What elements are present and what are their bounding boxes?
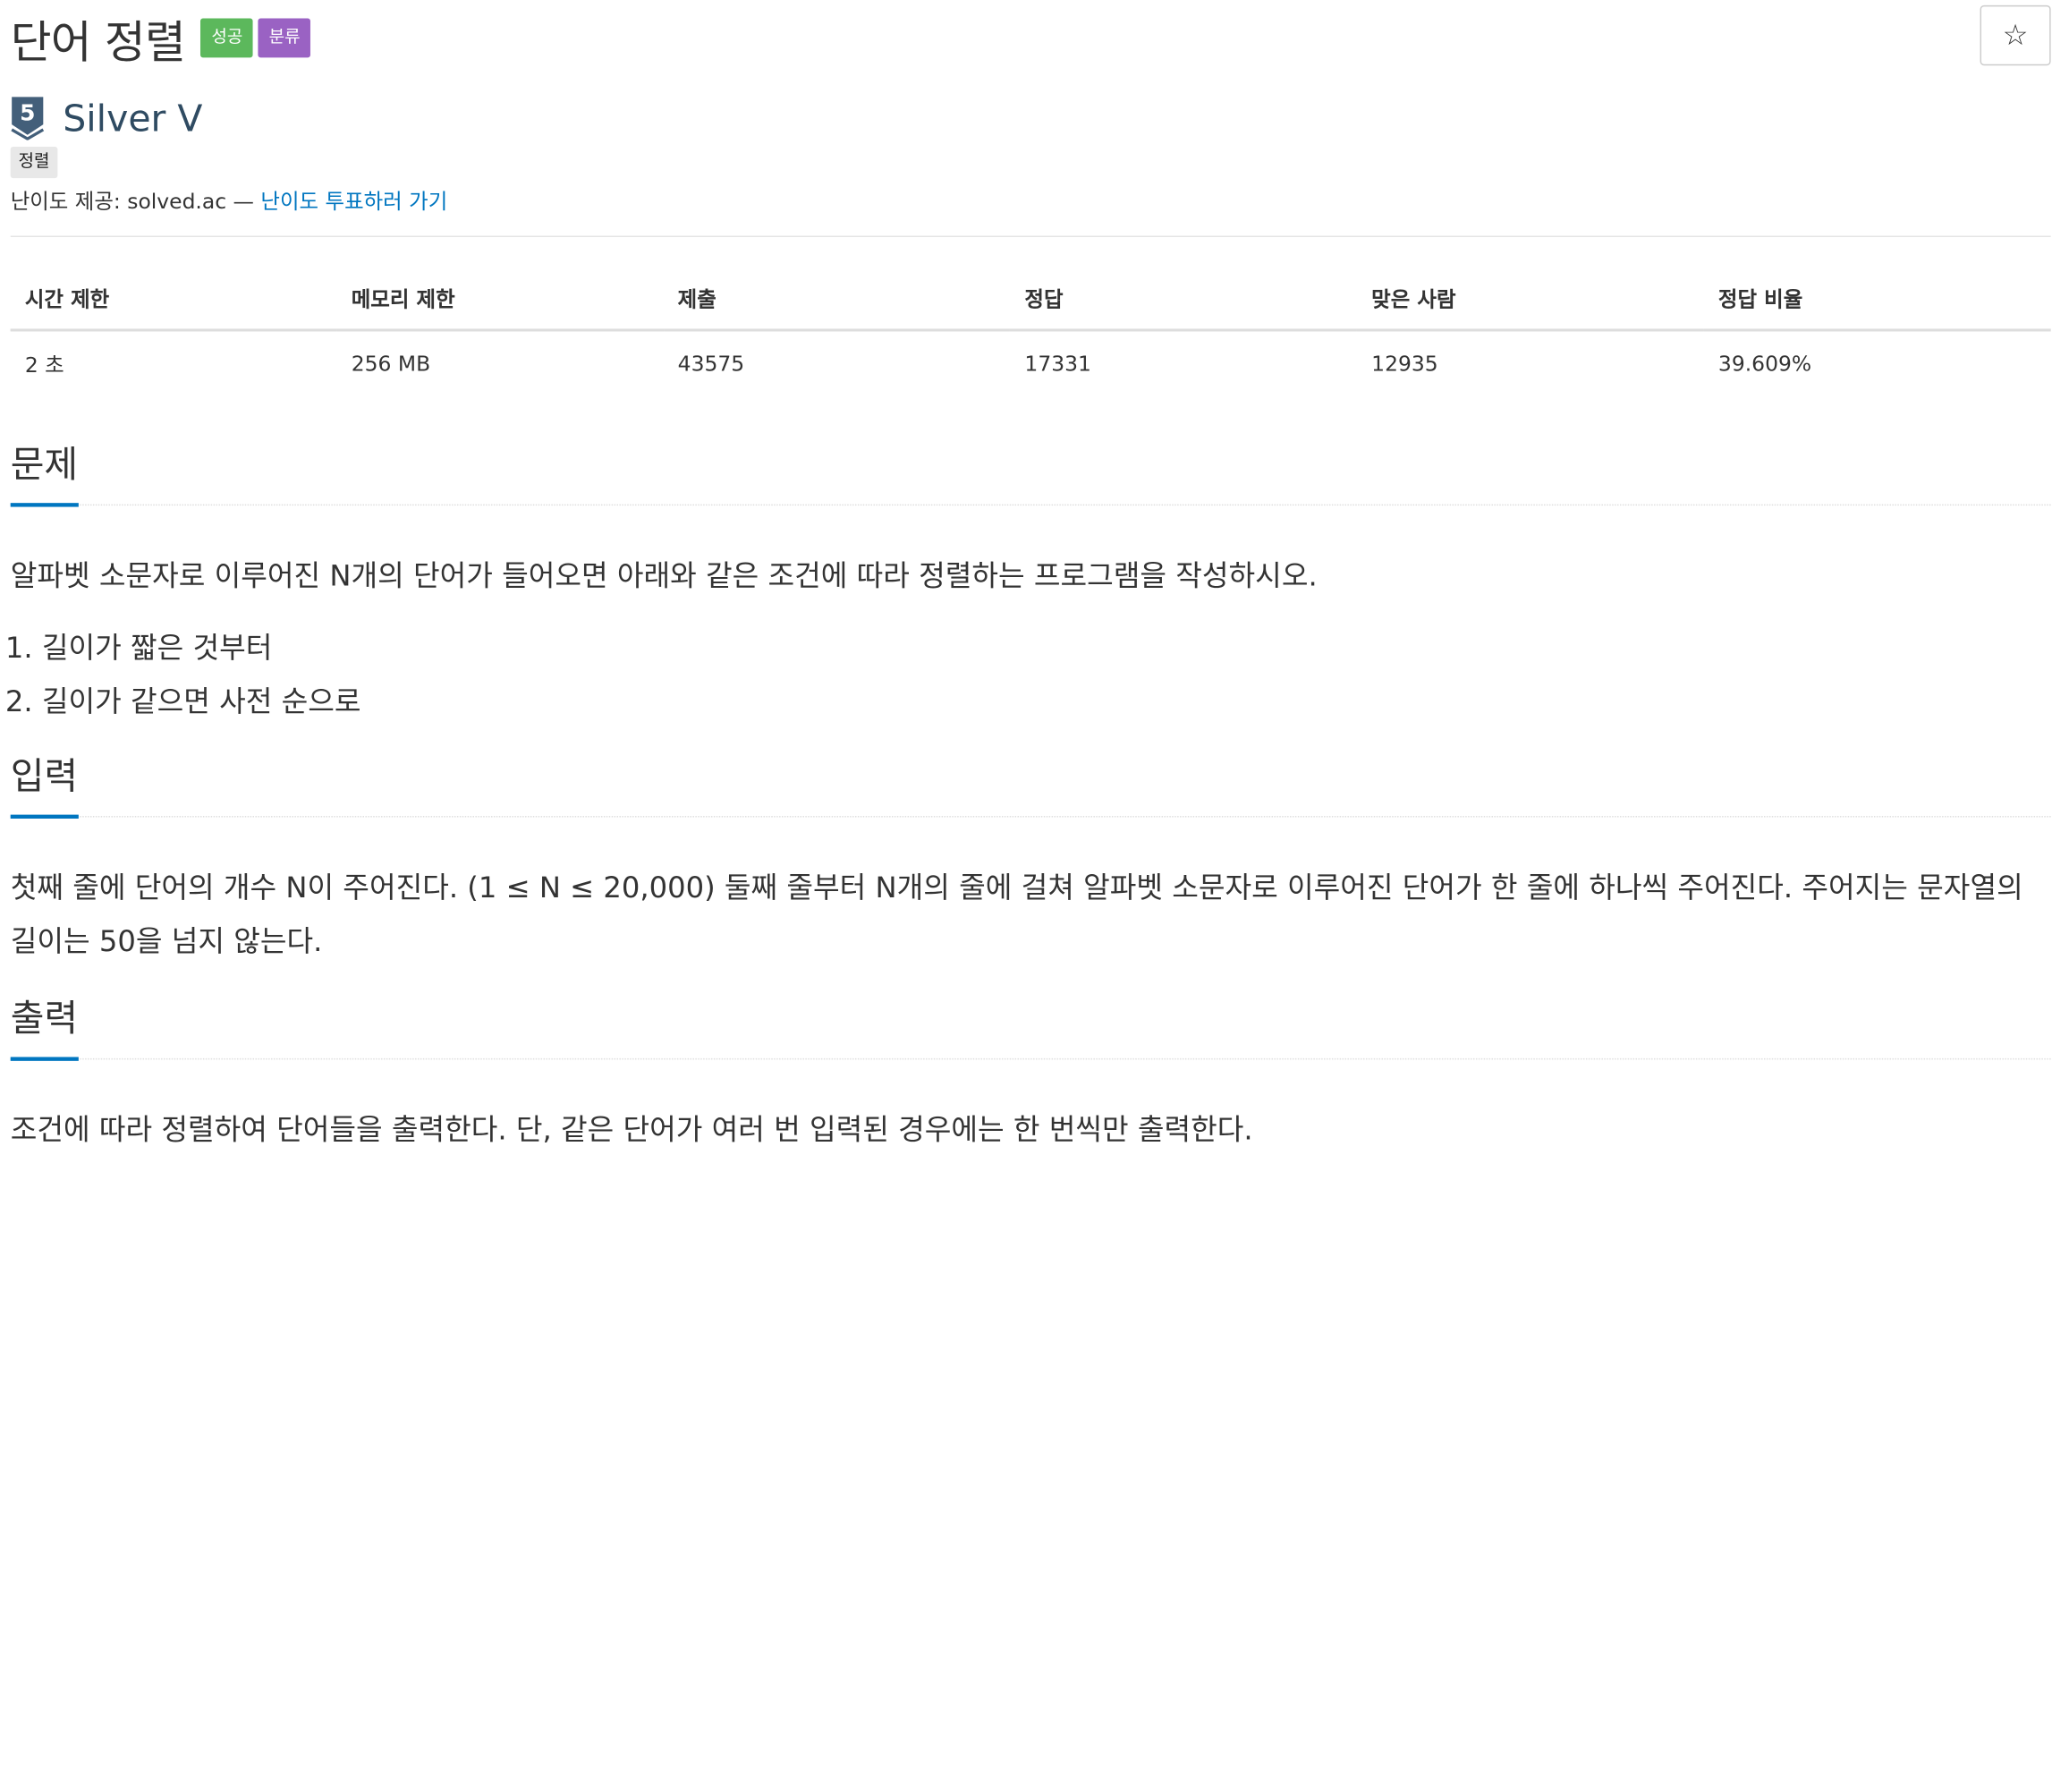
tier-badge-icon[interactable]: 5 xyxy=(11,96,45,140)
header-solved-users: 맞은 사람 xyxy=(1357,266,1704,332)
output-text: 조건에 따라 정렬하여 단어들을 출력한다. 단, 같은 단어가 여러 번 입력… xyxy=(10,1114,1253,1148)
table-row: 2 초 256 MB 43575 17331 12935 39.609% xyxy=(11,330,2051,392)
table-header-row: 시간 제한 메모리 제한 제출 정답 맞은 사람 정답 비율 xyxy=(10,266,2051,332)
input-text: 첫째 줄에 단어의 개수 N이 주어진다. (1 ≤ N ≤ 20,000) 둘… xyxy=(10,872,2023,959)
output-body: 조건에 따라 정렬하여 단어들을 출력한다. 단, 같은 단어가 여러 번 입력… xyxy=(11,1104,2051,1158)
header-accept-ratio: 정답 비율 xyxy=(1703,266,2051,332)
section-header: 문제 xyxy=(10,437,2051,507)
header-memory-limit: 메모리 제한 xyxy=(336,266,664,332)
header-time-limit: 시간 제한 xyxy=(10,266,337,332)
section-header: 입력 xyxy=(10,748,2051,819)
section-header: 출력 xyxy=(10,990,2051,1061)
algorithm-tag[interactable]: 정렬 xyxy=(10,146,58,179)
tier-number: 5 xyxy=(20,100,35,126)
input-body: 첫째 줄에 단어의 개수 N이 주어진다. (1 ≤ N ≤ 20,000) 둘… xyxy=(11,862,2051,969)
solved-users-value: 12935 xyxy=(1371,350,1438,376)
problem-info-table: 시간 제한 메모리 제한 제출 정답 맞은 사람 정답 비율 2 초 256 M… xyxy=(10,266,2051,392)
input-title: 입력 xyxy=(10,748,79,819)
description-body: 알파벳 소문자로 이루어진 N개의 단어가 들어오면 아래와 같은 조건에 따라… xyxy=(11,550,2051,730)
title-row: 단어 정렬 성공 분류 xyxy=(11,5,2051,71)
list-item: 길이가 같으면 사전 순으로 xyxy=(42,675,2051,729)
header-accepted: 정답 xyxy=(1010,266,1358,332)
tier-name[interactable]: Silver V xyxy=(63,97,202,140)
condition-list: 길이가 짧은 것부터 길이가 같으면 사전 순으로 xyxy=(11,622,2051,729)
description-section: 문제 알파벳 소문자로 이루어진 N개의 단어가 들어오면 아래와 같은 조건에… xyxy=(10,437,2051,730)
time-limit-value: 2 초 xyxy=(24,352,64,378)
input-section: 입력 첫째 줄에 단어의 개수 N이 주어진다. (1 ≤ N ≤ 20,000… xyxy=(10,748,2051,969)
result-badge: 성공 xyxy=(200,18,254,58)
problem-title: 단어 정렬 xyxy=(10,16,186,69)
class-badge[interactable]: 분류 xyxy=(258,18,311,58)
memory-limit-value: 256 MB xyxy=(351,350,431,376)
list-item: 길이가 짧은 것부터 xyxy=(42,622,2051,675)
accept-ratio-value: 39.609% xyxy=(1717,350,1812,376)
header-submissions: 제출 xyxy=(663,266,1011,332)
star-icon: ☆ xyxy=(2002,19,2029,52)
submissions-value: 43575 xyxy=(677,350,745,376)
star-button[interactable]: ☆ xyxy=(1980,4,2051,66)
accepted-value: 17331 xyxy=(1024,350,1091,376)
vote-difficulty-link[interactable]: 난이도 투표하러 가기 xyxy=(260,189,447,214)
tier-row: 5 Silver V xyxy=(11,94,2051,141)
description-text: 알파벳 소문자로 이루어진 N개의 단어가 들어오면 아래와 같은 조건에 따라… xyxy=(10,560,1318,594)
credit-text: 난이도 제공: solved.ac — xyxy=(10,188,261,214)
problem-content: 단어 정렬 성공 분류 ☆ 5 Silver V 정렬 난이도 제공: solv… xyxy=(10,4,2051,1158)
divider xyxy=(10,235,2051,237)
output-title: 출력 xyxy=(10,990,79,1061)
output-section: 출력 조건에 따라 정렬하여 단어들을 출력한다. 단, 같은 단어가 여러 번… xyxy=(10,990,2051,1158)
problem-page: 단어 정렬 성공 분류 ☆ 5 Silver V 정렬 난이도 제공: solv… xyxy=(0,0,2052,1792)
tag-row: 정렬 xyxy=(10,146,2051,181)
description-title: 문제 xyxy=(10,437,79,507)
difficulty-credit: 난이도 제공: solved.ac — 난이도 투표하러 가기 xyxy=(11,186,2051,217)
